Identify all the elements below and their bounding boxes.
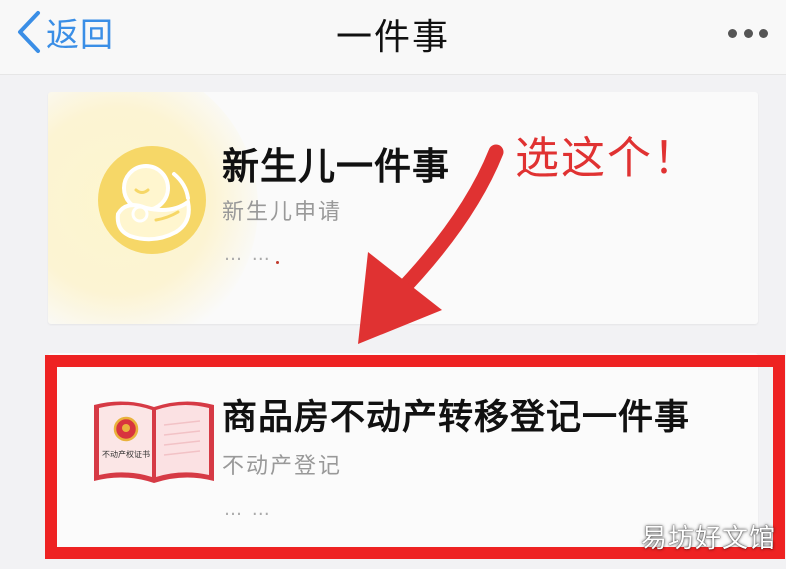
- page-title: 一件事: [335, 17, 450, 58]
- card-title: 商品房不动产转移登记一件事: [222, 398, 691, 438]
- card-ellipsis: … …: [224, 244, 272, 265]
- navigation-bar: 返回 一件事: [0, 0, 786, 75]
- newborn-baby-icon: [98, 146, 206, 254]
- certificate-caption: 不动产权证书: [102, 449, 150, 459]
- more-horizontal-icon[interactable]: [728, 18, 768, 48]
- card-subtitle: 新生儿申请: [222, 200, 343, 225]
- more-dot: [759, 28, 768, 38]
- annotation-text: 选这个！: [515, 133, 699, 184]
- red-arrow-icon: [358, 144, 504, 344]
- card-ellipsis: … …: [224, 499, 272, 520]
- more-dot: [743, 28, 753, 38]
- card-subtitle: 不动产登记: [222, 454, 343, 479]
- watermark: 易坊好文馆: [640, 524, 776, 554]
- property-certificate-icon: 不动产权证书: [94, 401, 214, 483]
- decorative-dot: [276, 261, 279, 264]
- more-dot: [728, 28, 737, 38]
